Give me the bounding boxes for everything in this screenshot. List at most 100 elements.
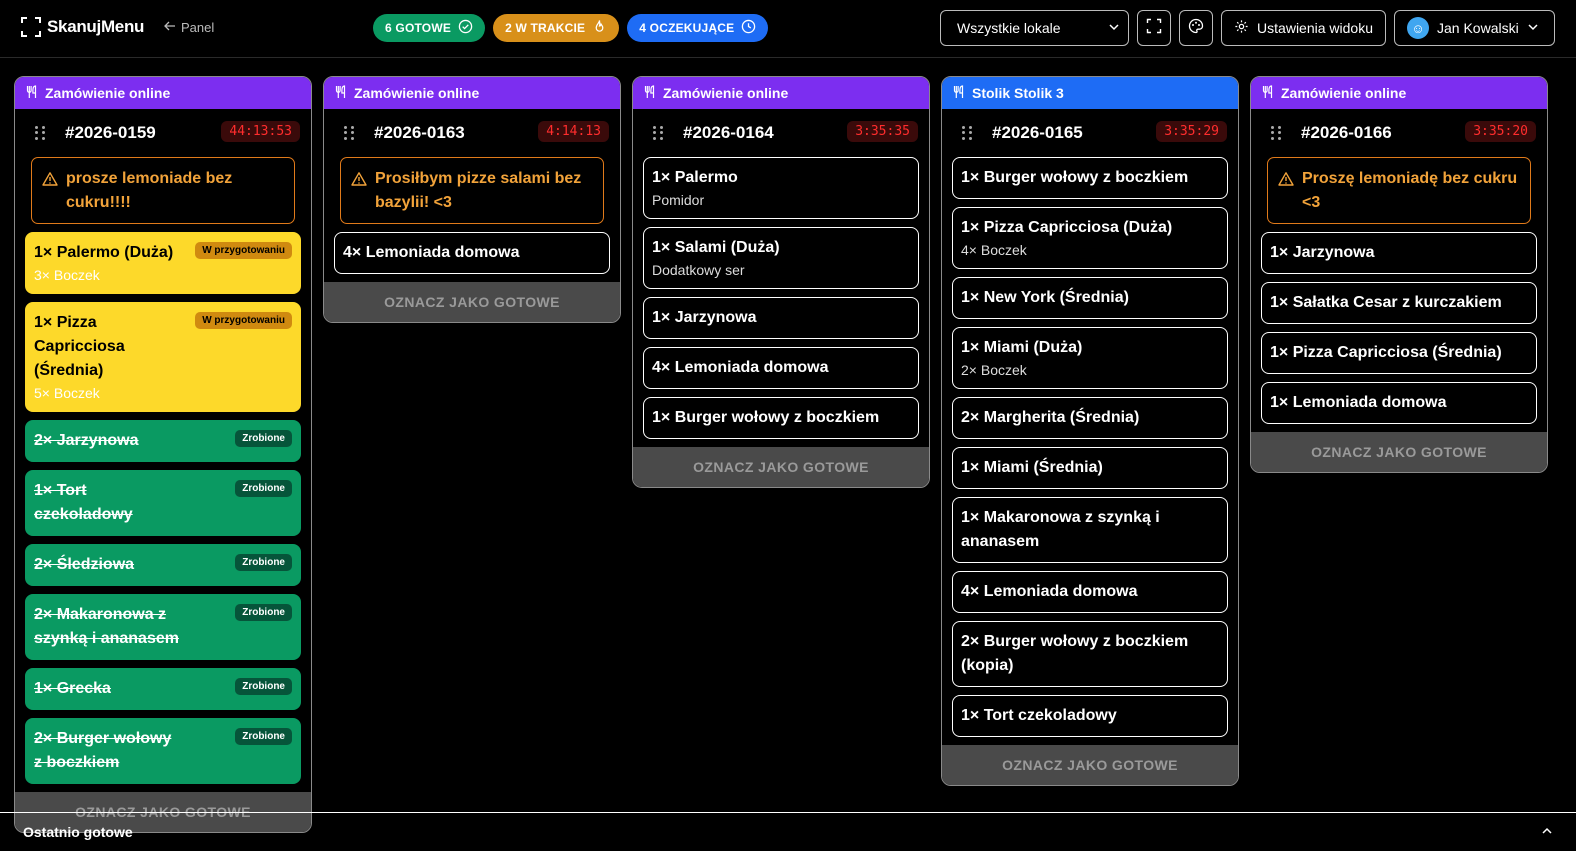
fork-knife-icon xyxy=(334,84,348,102)
order-card[interactable]: Zamówienie online #2026-0164 3:35:35 1× Pal… xyxy=(632,76,930,488)
warning-icon xyxy=(1278,167,1294,215)
order-card[interactable]: Zamówienie online #2026-0159 44:13:53 prosz… xyxy=(14,76,312,833)
item-status-badge: W przygotowaniu xyxy=(195,242,292,259)
order-item[interactable]: 1× Pizza Capricciosa (Średnia) 5× Boczek W… xyxy=(25,302,301,412)
order-item[interactable]: 2× Burger wołowy z boczkiem Zrobione xyxy=(25,718,301,784)
order-item[interactable]: 2× Makaronowa z szynką i ananasem Zrobion… xyxy=(25,594,301,660)
fork-knife-icon xyxy=(643,84,657,102)
customer-note: prosze lemoniade bez cukru!!!! xyxy=(31,157,295,224)
order-type-header: Zamówienie online xyxy=(15,77,311,109)
order-item[interactable]: 4× Lemoniada domowa xyxy=(952,571,1228,613)
order-item[interactable]: 1× Burger wołowy z boczkiem xyxy=(643,397,919,439)
order-item-name: 1× Pizza Capricciosa (Duża) xyxy=(961,219,1173,236)
order-item[interactable]: 1× Pizza Capricciosa (Średnia) xyxy=(1261,332,1537,374)
fullscreen-button[interactable] xyxy=(1137,10,1172,46)
user-menu-button[interactable]: ☺ Jan Kowalski xyxy=(1394,10,1555,46)
drag-handle-icon[interactable] xyxy=(653,126,663,140)
order-item[interactable]: 2× Burger wołowy z boczkiem (kopia) xyxy=(952,621,1228,687)
order-item[interactable]: 1× Makaronowa z szynką i ananasem xyxy=(952,497,1228,563)
order-card[interactable]: Zamówienie online #2026-0163 4:14:13 Prosił… xyxy=(323,76,621,323)
order-item[interactable]: 1× Palermo (Duża) 3× Boczek W przygotowani… xyxy=(25,232,301,294)
in-progress-filter-pill[interactable]: 2 W TRAKCIE xyxy=(493,14,620,42)
drag-handle-icon[interactable] xyxy=(344,126,354,140)
order-item[interactable]: 1× Burger wołowy z boczkiem xyxy=(952,157,1228,199)
item-status-badge: Zrobione xyxy=(235,678,292,695)
order-item[interactable]: 2× Jarzynowa Zrobione xyxy=(25,420,301,462)
order-card[interactable]: Zamówienie online #2026-0166 3:35:20 Proszę… xyxy=(1250,76,1548,473)
order-item[interactable]: 1× Jarzynowa xyxy=(643,297,919,339)
order-item[interactable]: 4× Lemoniada domowa xyxy=(334,232,610,274)
location-select[interactable]: Wszystkie lokale xyxy=(940,10,1130,46)
order-item[interactable]: 1× Miami (Duża) 2× Boczek xyxy=(952,327,1228,389)
order-item[interactable]: 1× Sałatka Cesar z kurczakiem xyxy=(1261,282,1537,324)
order-item-modifier: Dodatkowy ser xyxy=(652,262,745,278)
orders-board: Zamówienie online #2026-0159 44:13:53 prosz… xyxy=(14,76,1548,833)
mark-ready-button[interactable]: OZNACZ JAKO GOTOWE xyxy=(1251,432,1547,472)
order-item-modifier: 3× Boczek xyxy=(34,267,100,283)
gear-icon xyxy=(1234,19,1249,37)
theme-button[interactable] xyxy=(1179,10,1214,46)
order-type-header: Zamówienie online xyxy=(1251,77,1547,109)
order-timer: 3:35:20 xyxy=(1465,121,1536,142)
mark-ready-button[interactable]: OZNACZ JAKO GOTOWE xyxy=(942,745,1238,785)
customer-note: Prosiłbym pizze salami bez bazylii! <3 xyxy=(340,157,604,224)
order-item-name: 1× Jarzynowa xyxy=(1270,244,1375,261)
order-header-row: #2026-0159 44:13:53 xyxy=(15,109,311,157)
order-timer: 3:35:29 xyxy=(1156,121,1227,142)
order-item[interactable]: 1× Tort czekoladowy xyxy=(952,695,1228,737)
order-item[interactable]: 1× Lemoniada domowa xyxy=(1261,382,1537,424)
view-settings-label: Ustawienia widoku xyxy=(1257,20,1373,36)
order-item[interactable]: 1× Salami (Duża) Dodatkowy ser xyxy=(643,227,919,289)
mark-ready-button[interactable]: OZNACZ JAKO GOTOWE xyxy=(324,282,620,322)
waiting-filter-pill[interactable]: 4 OCZEKUJĄCE xyxy=(627,14,769,42)
recent-ready-bar[interactable]: Ostatnio gotowe xyxy=(0,812,1576,851)
ready-filter-pill[interactable]: 6 GOTOWE xyxy=(373,14,486,42)
back-to-panel-link[interactable]: Panel xyxy=(164,20,214,35)
order-item[interactable]: 1× Grecka Zrobione xyxy=(25,668,301,710)
mark-ready-button[interactable]: OZNACZ JAKO GOTOWE xyxy=(633,447,929,487)
drag-handle-icon[interactable] xyxy=(962,126,972,140)
item-status-badge: Zrobione xyxy=(235,430,292,447)
location-select-value: Wszystkie lokale xyxy=(957,20,1061,36)
order-item[interactable]: 1× Tort czekoladowy Zrobione xyxy=(25,470,301,536)
order-card[interactable]: Stolik Stolik 3 #2026-0165 3:35:29 1× Burge… xyxy=(941,76,1239,786)
back-link-label: Panel xyxy=(181,20,215,35)
order-item-name: 1× New York (Średnia) xyxy=(961,289,1129,306)
order-item[interactable]: 1× New York (Średnia) xyxy=(952,277,1228,319)
scan-logo-icon xyxy=(21,17,41,37)
order-type-header: Zamówienie online xyxy=(633,77,929,109)
ready-count-label: 6 GOTOWE xyxy=(385,21,452,35)
customer-note-text: Prosiłbym pizze salami bez bazylii! <3 xyxy=(375,170,582,211)
order-item[interactable]: 1× Miami (Średnia) xyxy=(952,447,1228,489)
drag-handle-icon[interactable] xyxy=(1271,126,1281,140)
order-item-name: 1× Burger wołowy z boczkiem xyxy=(961,169,1189,186)
order-number: #2026-0165 xyxy=(992,123,1083,142)
logo-text: SkanujMenu xyxy=(47,17,145,36)
order-item[interactable]: 1× Palermo Pomidor xyxy=(643,157,919,219)
order-header-row: #2026-0166 3:35:20 xyxy=(1251,109,1547,157)
logo[interactable]: SkanujMenu xyxy=(21,17,144,37)
item-status-badge: W przygotowaniu xyxy=(195,312,292,329)
order-item-modifier: 2× Boczek xyxy=(961,362,1027,378)
drag-handle-icon[interactable] xyxy=(35,126,45,140)
order-item-name: 1× Miami (Duża) xyxy=(961,339,1083,356)
fork-knife-icon xyxy=(25,84,39,102)
order-item-modifier: Pomidor xyxy=(652,192,705,208)
order-item-name: 4× Lemoniada domowa xyxy=(652,359,829,376)
view-settings-button[interactable]: Ustawienia widoku xyxy=(1221,10,1386,46)
fork-knife-icon xyxy=(1261,84,1275,102)
recent-ready-label: Ostatnio gotowe xyxy=(23,824,133,840)
item-status-badge: Zrobione xyxy=(235,480,292,497)
order-item-name: 1× Miami (Średnia) xyxy=(961,459,1103,476)
order-item[interactable]: 4× Lemoniada domowa xyxy=(643,347,919,389)
order-item[interactable]: 2× Margherita (Średnia) xyxy=(952,397,1228,439)
top-bar: SkanujMenu Panel 6 GOTOWE 2 W TRAKCIE 4 … xyxy=(0,0,1576,58)
order-type-label: Zamówienie online xyxy=(1281,85,1407,101)
order-item[interactable]: 1× Jarzynowa xyxy=(1261,232,1537,274)
order-item[interactable]: 1× Pizza Capricciosa (Duża) 4× Boczek xyxy=(952,207,1228,269)
order-item[interactable]: 2× Śledziowa Zrobione xyxy=(25,544,301,586)
order-item-name: 1× Sałatka Cesar z kurczakiem xyxy=(1270,294,1502,311)
waiting-count-label: 4 OCZEKUJĄCE xyxy=(639,21,735,35)
order-timer: 44:13:53 xyxy=(221,121,300,142)
customer-note-text: prosze lemoniade bez cukru!!!! xyxy=(66,170,233,211)
